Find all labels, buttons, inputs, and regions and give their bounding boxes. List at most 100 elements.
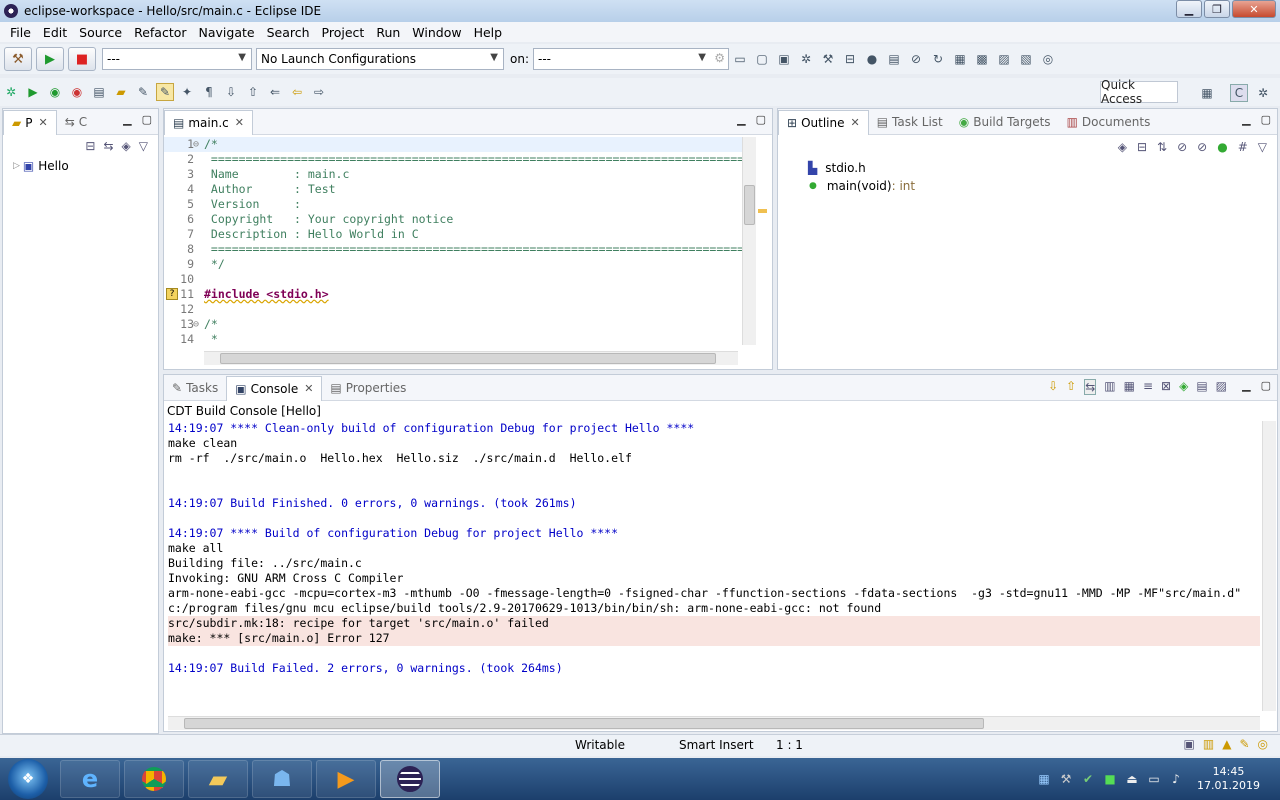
build-button[interactable]: ⚒ <box>4 47 32 71</box>
next-annotation-icon[interactable]: ⇩ <box>222 83 240 101</box>
menu-search[interactable]: Search <box>261 25 316 40</box>
stop-button[interactable]: ■ <box>68 47 96 71</box>
run-dropdown-icon[interactable]: ▶ <box>24 83 42 101</box>
quick-access-input[interactable]: Quick Access <box>1100 78 1178 106</box>
clock[interactable]: 14:45 17.01.2019 <box>1197 765 1260 793</box>
code-line[interactable]: 11? #include <stdio.h> <box>164 287 742 302</box>
new-file-icon[interactable]: ▧ <box>1017 50 1035 68</box>
menu-file[interactable]: File <box>4 25 37 40</box>
warning-marker[interactable] <box>758 209 767 213</box>
code-line[interactable]: 2 ======================================… <box>164 152 742 167</box>
build-all-icon[interactable]: ⚒ <box>819 50 837 68</box>
forward-icon[interactable]: ⇨ <box>310 83 328 101</box>
save-all-icon[interactable]: ▣ <box>775 50 793 68</box>
code-line[interactable]: 12 <box>164 302 742 317</box>
highlight-icon[interactable]: ✎ <box>156 83 174 101</box>
menu-source[interactable]: Source <box>73 25 128 40</box>
tree-item[interactable]: ▷ ▣ Hello <box>3 157 158 175</box>
hide-fields-icon[interactable]: ⊘ <box>1177 140 1187 154</box>
maximize-button[interactable]: ❐ <box>1204 0 1230 18</box>
cap-icon[interactable]: ▲ <box>1222 737 1231 751</box>
word-wrap-icon[interactable]: ≡ <box>1143 379 1153 395</box>
wand-icon[interactable]: ✎ <box>134 83 152 101</box>
keyboard-icon[interactable]: ▦ <box>1035 770 1053 788</box>
view-menu-icon[interactable]: ▽ <box>139 139 148 153</box>
code-area[interactable]: 1 ⊖/* 2 ==================================… <box>164 137 742 345</box>
menu-run[interactable]: Run <box>370 25 406 40</box>
scroll-lock-icon[interactable]: ⇆ <box>1084 379 1097 395</box>
code-line[interactable]: 10 <box>164 272 742 287</box>
fold-icon[interactable]: ⊖ <box>193 137 199 152</box>
open-console-icon[interactable]: ▨ <box>1216 379 1227 395</box>
pin-console-icon[interactable]: ◈ <box>1179 379 1188 395</box>
eclipse-taskbar-button[interactable] <box>380 760 440 798</box>
close-icon[interactable]: ✕ <box>850 116 859 129</box>
code-line[interactable]: 1 ⊖ /* <box>164 137 742 152</box>
launch-button[interactable]: ▶ <box>36 47 64 71</box>
display-console-icon[interactable]: ▤ <box>1196 379 1207 395</box>
packages-icon[interactable]: ▦ <box>951 50 969 68</box>
external-tools-icon[interactable]: ◉ <box>68 83 86 101</box>
close-icon[interactable]: ✕ <box>235 116 244 129</box>
console-hscrollbar[interactable] <box>168 716 1260 730</box>
tab-console[interactable]: ▣ Console ✕ <box>226 375 323 401</box>
copy-icon[interactable]: ▥ <box>1104 379 1115 395</box>
minimize-button[interactable]: ▁ <box>1176 0 1202 18</box>
last-edit-icon[interactable]: ⇐ <box>266 83 284 101</box>
menu-help[interactable]: Help <box>468 25 509 40</box>
code-line[interactable]: 4 Author : Test <box>164 182 742 197</box>
start-button[interactable]: ❖ <box>8 759 48 799</box>
network-taskbar-button[interactable]: ☗ <box>252 760 312 798</box>
console-vscrollbar[interactable] <box>1262 421 1276 711</box>
link-editor-icon[interactable]: ⇆ <box>103 139 113 153</box>
view-menu-icon[interactable]: ▽ <box>1258 140 1267 154</box>
code-line[interactable]: 7 Description : Hello World in C <box>164 227 742 242</box>
gear-icon[interactable]: ⚙ <box>714 51 725 65</box>
binary-icon[interactable]: ⊟ <box>841 50 859 68</box>
filter-icon[interactable]: ◈ <box>122 139 131 153</box>
list-item[interactable]: ● main(void) : int <box>778 177 1277 195</box>
maximize-icon[interactable]: ▢ <box>1261 379 1271 392</box>
menu-project[interactable]: Project <box>316 25 371 40</box>
collapse-all-icon[interactable]: ⊟ <box>85 139 95 153</box>
list-item[interactable]: ▙ stdio.h <box>778 159 1277 177</box>
new-icon[interactable]: ▭ <box>731 50 749 68</box>
code-line[interactable]: 9 */ <box>164 257 742 272</box>
launch-config-select[interactable]: No Launch Configurations ▼ <box>256 48 504 70</box>
collapse-all-icon[interactable]: ⊟ <box>1137 140 1147 154</box>
minimize-icon[interactable]: ▁ <box>123 113 131 126</box>
code-line[interactable]: 3 Name : main.c <box>164 167 742 182</box>
filter-icon[interactable]: ◈ <box>1118 140 1127 154</box>
terminal-icon[interactable]: ▤ <box>885 50 903 68</box>
code-line[interactable]: 13 ⊖ /* <box>164 317 742 332</box>
tab-build-targets[interactable]: ◉ Build Targets <box>951 110 1059 134</box>
menu-refactor[interactable]: Refactor <box>128 25 192 40</box>
paste-icon[interactable]: ▦ <box>1124 379 1135 395</box>
code-line[interactable]: 5 Version : <box>164 197 742 212</box>
maximize-icon[interactable]: ▢ <box>756 113 766 126</box>
coverage-icon[interactable]: ◉ <box>46 83 64 101</box>
code-line[interactable]: 8 ======================================… <box>164 242 742 257</box>
tab-documents[interactable]: ▥ Documents <box>1059 110 1159 134</box>
prev-error-icon[interactable]: ⇧ <box>1066 379 1076 395</box>
pen-icon[interactable]: ✎ <box>1239 737 1249 751</box>
chrome-taskbar-button[interactable] <box>124 760 184 798</box>
code-line[interactable]: 14 * <box>164 332 742 345</box>
open-perspective-icon[interactable]: ▦ <box>1198 84 1216 102</box>
skip-breakpoints-icon[interactable]: ⊘ <box>907 50 925 68</box>
close-button[interactable]: ✕ <box>1232 0 1276 18</box>
tab-outline[interactable]: ⊞ Outline ✕ <box>778 109 869 135</box>
launch-target-select[interactable]: --- ▼ ⚙ <box>533 48 729 70</box>
maximize-icon[interactable]: ▢ <box>142 113 152 126</box>
open-folder-icon[interactable]: ▰ <box>112 83 130 101</box>
maximize-icon[interactable]: ▢ <box>1261 113 1271 126</box>
explorer-taskbar-button[interactable]: ▰ <box>188 760 248 798</box>
editor-vscrollbar[interactable] <box>742 137 756 345</box>
book-icon[interactable]: ▥ <box>1203 737 1214 751</box>
hide-non-public-icon[interactable]: ● <box>1217 140 1227 154</box>
menu-navigate[interactable]: Navigate <box>193 25 261 40</box>
debug-config-icon[interactable]: ✲ <box>797 50 815 68</box>
sort-icon[interactable]: ⇅ <box>1157 140 1167 154</box>
save-icon[interactable]: ▢ <box>753 50 771 68</box>
network-status-icon[interactable]: ▭ <box>1145 770 1163 788</box>
